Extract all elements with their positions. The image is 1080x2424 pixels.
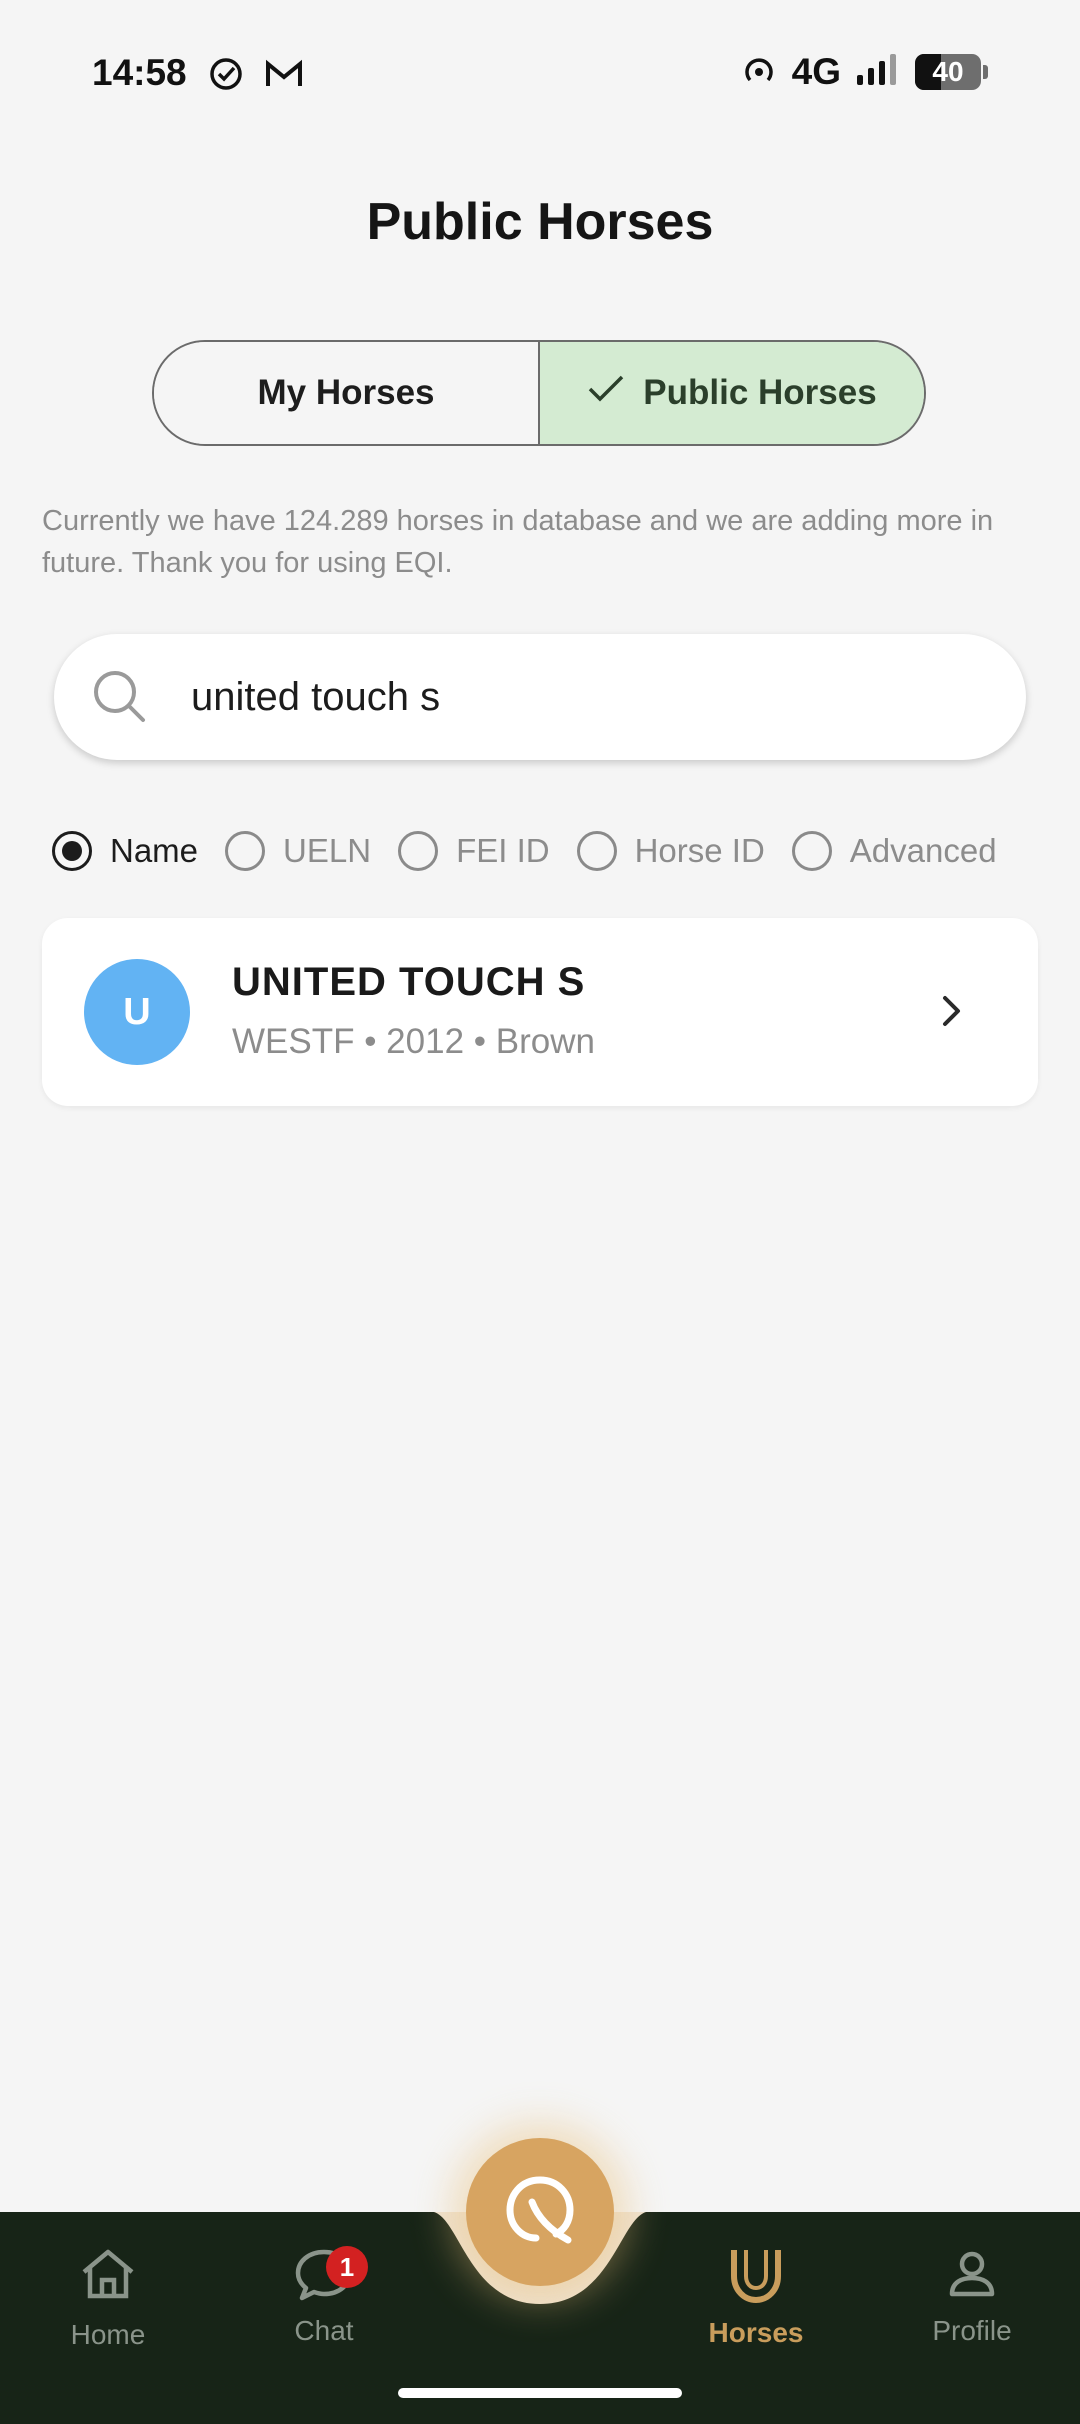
radio-icon (576, 831, 617, 871)
hotspot-icon (740, 50, 778, 93)
battery-tip (983, 64, 988, 79)
nav-home-label: Home (70, 2319, 146, 2350)
nav-home[interactable]: Home (28, 2246, 188, 2351)
horseshoe-icon (724, 2246, 788, 2311)
radio-selected-icon (52, 831, 92, 871)
filter-advanced-label: Advanced (849, 832, 997, 869)
chevron-right-icon (940, 994, 964, 1033)
horse-name: UNITED TOUCH S (232, 960, 586, 1004)
nav-chat-label: Chat (294, 2315, 354, 2346)
horses-toggle: My Horses Public Horses (152, 340, 926, 446)
radio-icon (225, 831, 266, 871)
nav-profile[interactable]: Profile (892, 2246, 1052, 2347)
search-icon (90, 667, 150, 732)
search-filter-options: Name UELN FEI ID Horse ID Advanced (52, 826, 1024, 876)
filter-horse-id-label: Horse ID (634, 832, 765, 869)
filter-ueln-label: UELN (283, 832, 372, 869)
eqi-center-button[interactable] (466, 2138, 614, 2286)
radio-icon (791, 831, 832, 871)
filter-fei-id-radio[interactable]: FEI ID (398, 831, 550, 871)
nav-horses-label: Horses (708, 2317, 804, 2348)
home-indicator[interactable] (398, 2388, 682, 2398)
status-time: 14:58 (92, 52, 187, 93)
search-input[interactable] (191, 634, 991, 760)
home-icon (78, 2246, 138, 2307)
filter-advanced-radio[interactable]: Advanced (791, 831, 997, 871)
search-box[interactable] (54, 634, 1026, 760)
my-horses-label: My Horses (257, 373, 435, 412)
battery-icon: 40 (915, 53, 981, 90)
gmail-icon (264, 56, 304, 97)
nav-chat[interactable]: 1 Chat (244, 2246, 404, 2347)
signal-icon (855, 51, 901, 92)
check-circle-icon (208, 56, 244, 97)
checkmark-icon (587, 373, 625, 413)
public-horses-tab[interactable]: Public Horses (540, 342, 924, 444)
nav-profile-label: Profile (932, 2315, 1012, 2346)
database-info-text: Currently we have 124.289 horses in data… (42, 505, 994, 579)
public-horses-label: Public Horses (643, 373, 877, 412)
network-label: 4G (791, 50, 841, 92)
chat-unread-badge: 1 (326, 2246, 368, 2288)
horse-result-card[interactable]: U UNITED TOUCH S WESTF • 2012 • Brown (42, 918, 1038, 1106)
filter-name-radio[interactable]: Name (52, 831, 198, 871)
radio-icon (398, 831, 439, 871)
status-right: 4G 40 (740, 50, 988, 93)
filter-name-label: Name (110, 832, 199, 869)
filter-horse-id-radio[interactable]: Horse ID (576, 831, 765, 871)
battery-level: 40 (932, 55, 964, 87)
horse-details: WESTF • 2012 • Brown (232, 1022, 595, 1061)
profile-icon (944, 2246, 1000, 2307)
eqi-logo-icon (498, 2168, 582, 2257)
status-bar: 14:58 4G 40 (0, 0, 1080, 150)
horse-avatar: U (84, 959, 190, 1065)
nav-horses[interactable]: Horses (676, 2246, 836, 2349)
filter-ueln-radio[interactable]: UELN (225, 831, 371, 871)
page-title: Public Horses (366, 193, 714, 251)
filter-fei-id-label: FEI ID (456, 832, 550, 869)
my-horses-tab[interactable]: My Horses (154, 342, 540, 444)
